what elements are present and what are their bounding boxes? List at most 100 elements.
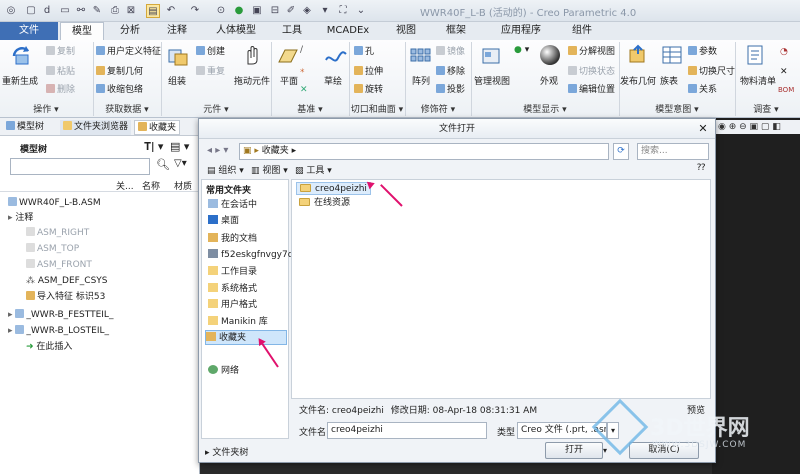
switch-dimensions-button[interactable]: 切换尺寸 bbox=[688, 66, 735, 79]
tree-item-asm-top[interactable]: ASM_TOP bbox=[26, 242, 79, 256]
nav-in-session[interactable]: 在会话中 bbox=[208, 198, 257, 213]
tab-applications[interactable]: 应用程序 bbox=[486, 22, 556, 40]
graphics-toolbar[interactable]: ◉ ⊕ ⊖ ▣ ▢ ◧ bbox=[712, 120, 800, 134]
tree-item-annotations[interactable]: ▸ 注释 bbox=[8, 211, 33, 225]
user-defined-feature-button[interactable]: 用户定义特征 bbox=[96, 46, 161, 59]
nav-computer[interactable]: f52eskgfnvgy7q3 bbox=[208, 248, 299, 263]
open-folder-icon[interactable]: ▤ bbox=[146, 4, 160, 18]
sketch-button[interactable]: 草绘 bbox=[324, 74, 342, 87]
tab-annotate[interactable]: 注释 bbox=[155, 22, 199, 40]
pie-icon[interactable]: ◔ bbox=[780, 46, 788, 59]
tab-view[interactable]: 视图 bbox=[384, 22, 428, 40]
group-model-display-label[interactable]: 模型显示 ▾ bbox=[472, 103, 618, 117]
tab-tools[interactable]: 工具 bbox=[270, 22, 314, 40]
close-window-icon[interactable]: ⊠ bbox=[124, 4, 138, 18]
measure-icon[interactable]: ✕ bbox=[780, 66, 788, 79]
regenerate-icon[interactable] bbox=[10, 44, 34, 66]
tree-item-import-feature[interactable]: 导入特征 标识53 bbox=[26, 290, 105, 304]
help-icon[interactable]: ⁇ bbox=[697, 163, 705, 173]
select-filter-icon[interactable]: ⛶ bbox=[336, 4, 350, 18]
parameters-button[interactable]: 参数 bbox=[688, 46, 717, 59]
tree-settings-icon[interactable]: 𝐓ǀ ▾ bbox=[144, 140, 163, 154]
display-green-icon[interactable]: ● ▾ bbox=[514, 44, 529, 57]
project-button[interactable]: 投影 bbox=[436, 84, 465, 97]
revolve-button[interactable]: 旋转 bbox=[354, 84, 383, 97]
creo-logo-icon[interactable]: ◎ bbox=[4, 4, 18, 18]
hole-button[interactable]: 孔 bbox=[354, 46, 374, 59]
column-material[interactable]: 材质 bbox=[174, 179, 192, 192]
search-icon[interactable]: 🔍︎ bbox=[156, 158, 170, 171]
nav-favorites[interactable]: 收藏夹 bbox=[205, 330, 287, 345]
tree-item-losteil[interactable]: ▸ _WWR-B_LOSTEIL_ bbox=[8, 324, 109, 338]
group-get-data-label[interactable]: 获取数据 ▾ bbox=[94, 103, 160, 117]
group-datum-label[interactable]: 基准 ▾ bbox=[272, 103, 348, 117]
assemble-button[interactable]: 组装 bbox=[168, 74, 186, 87]
green-circle-icon[interactable]: ● bbox=[232, 4, 246, 18]
pattern-icon[interactable] bbox=[408, 46, 432, 68]
tab-favorites[interactable]: 收藏夹 bbox=[134, 120, 181, 135]
family-table-icon[interactable] bbox=[660, 44, 684, 66]
appearance-button[interactable]: 外观 bbox=[540, 74, 558, 87]
redo-icon[interactable]: ↷ bbox=[188, 4, 202, 18]
plane-button[interactable]: 平面 bbox=[280, 74, 298, 87]
tab-model-tree[interactable]: 模型树 bbox=[6, 120, 44, 135]
drag-hand-icon[interactable] bbox=[240, 44, 264, 66]
folder-tree-toggle[interactable]: ▸ 文件夹树 bbox=[205, 445, 248, 458]
nav-system-formats[interactable]: 系统格式 bbox=[208, 282, 257, 297]
group-cut-surface-label[interactable]: 切口和曲面 ▾ bbox=[350, 103, 404, 117]
open-button[interactable]: 打开 bbox=[545, 442, 603, 459]
toggle-status-button[interactable]: 切换状态 bbox=[568, 66, 615, 79]
undo-icon[interactable]: ↶ bbox=[164, 4, 178, 18]
tree-item-asm-right[interactable]: ASM_RIGHT bbox=[26, 226, 89, 240]
tools-menu[interactable]: ▧ 工具 ▾ bbox=[295, 163, 332, 176]
dropdown-icon[interactable]: ▾ bbox=[318, 4, 332, 18]
tree-item-festteil[interactable]: ▸ _WWR-B_FESTTEIL_ bbox=[8, 308, 113, 322]
tree-item-assembly[interactable]: WWR40F_L-B.ASM bbox=[8, 196, 101, 210]
group-investigate-label[interactable]: 调查 ▾ bbox=[736, 103, 796, 117]
group-model-intent-label[interactable]: 模型意图 ▾ bbox=[620, 103, 734, 117]
new-file-icon[interactable]: ▢ bbox=[24, 4, 38, 18]
group-element-label[interactable]: 元件 ▾ bbox=[162, 103, 270, 117]
tab-folder-browser[interactable]: 文件夹浏览器 bbox=[60, 120, 132, 135]
file-item-online-resources[interactable]: 在线资源 bbox=[299, 197, 350, 210]
back-forward-icons[interactable]: ◂ ▸ ▾ bbox=[207, 145, 228, 156]
tree-item-asm-def-csys[interactable]: ⁂ ASM_DEF_CSYS bbox=[26, 274, 108, 288]
explode-view-button[interactable]: 分解视图 bbox=[568, 46, 615, 59]
more-icon[interactable]: ⌄ bbox=[354, 4, 368, 18]
drag-components-button[interactable]: 拖动元件 bbox=[234, 74, 270, 87]
shrinkwrap-button[interactable]: 收缩包络 bbox=[96, 84, 143, 97]
remove-button[interactable]: 移除 bbox=[436, 66, 465, 79]
copy-button[interactable]: 复制 bbox=[46, 46, 75, 59]
datum-point-icon[interactable]: ⁎ bbox=[300, 64, 305, 77]
window-close-icon[interactable]: ⊟ bbox=[268, 4, 282, 18]
save-icon[interactable]: ▭ bbox=[58, 4, 72, 18]
manage-views-button[interactable]: 管理视图 bbox=[474, 74, 510, 87]
organize-menu[interactable]: ▤ 组织 ▾ bbox=[207, 163, 244, 176]
appearance-sphere-icon[interactable] bbox=[538, 44, 562, 66]
paste-button[interactable]: 粘贴 bbox=[46, 66, 75, 79]
bom-button[interactable]: BOM bbox=[778, 84, 794, 97]
assemble-icon[interactable] bbox=[166, 46, 190, 68]
extrude-button[interactable]: 拉伸 bbox=[354, 66, 383, 79]
column-status[interactable]: 关... bbox=[116, 179, 134, 192]
delete-button[interactable]: 删除 bbox=[46, 84, 75, 97]
tree-item-insert-here[interactable]: ➜ 在此插入 bbox=[26, 340, 72, 354]
print-icon[interactable]: ⎙ bbox=[108, 4, 122, 18]
mirror-button[interactable]: 镜像 bbox=[436, 46, 465, 59]
relations-button[interactable]: 关系 bbox=[688, 84, 717, 97]
regenerate-quick-icon[interactable]: ⊙ bbox=[214, 4, 228, 18]
views-menu[interactable]: ▥ 视图 ▾ bbox=[251, 163, 288, 176]
nav-my-documents[interactable]: 我的文档 bbox=[208, 232, 257, 247]
edit-position-button[interactable]: 编辑位置 bbox=[568, 84, 615, 97]
tab-model[interactable]: 模型 bbox=[60, 22, 104, 40]
nav-working-directory[interactable]: 工作目录 bbox=[208, 265, 257, 280]
bill-of-materials-icon[interactable] bbox=[744, 44, 768, 66]
family-table-button[interactable]: 族表 bbox=[660, 74, 678, 87]
nav-desktop[interactable]: 桌面 bbox=[208, 214, 239, 229]
tab-file[interactable]: 文件 bbox=[0, 22, 58, 40]
nav-network[interactable]: 网络 bbox=[208, 364, 239, 379]
plane-icon[interactable] bbox=[276, 46, 300, 68]
manage-views-icon[interactable] bbox=[480, 46, 504, 68]
refresh-icon[interactable]: ⟳ bbox=[613, 143, 629, 160]
tab-analysis[interactable]: 分析 bbox=[108, 22, 152, 40]
